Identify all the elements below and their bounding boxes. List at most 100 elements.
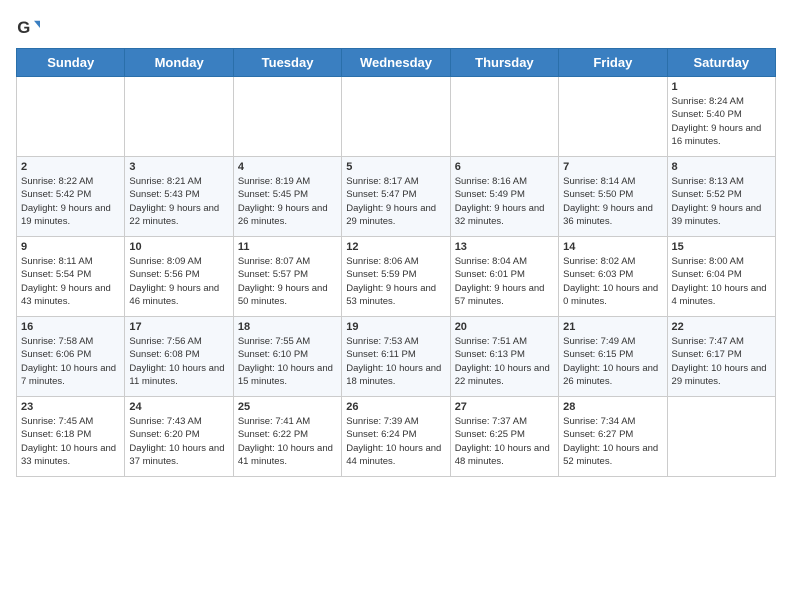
calendar-cell: 8 Sunrise: 8:13 AM Sunset: 5:52 PM Daylig… [667,157,775,237]
day-number: 9 [21,241,120,253]
calendar-cell: 12 Sunrise: 8:06 AM Sunset: 5:59 PM Dayli… [342,237,450,317]
calendar-cell: 10 Sunrise: 8:09 AM Sunset: 5:56 PM Dayli… [125,237,233,317]
day-info: Sunrise: 7:37 AM Sunset: 6:25 PM Dayligh… [455,415,554,468]
day-number: 3 [129,161,228,173]
calendar-cell: 7 Sunrise: 8:14 AM Sunset: 5:50 PM Daylig… [559,157,667,237]
day-number: 5 [346,161,445,173]
day-header-saturday: Saturday [667,49,775,77]
calendar-cell: 4 Sunrise: 8:19 AM Sunset: 5:45 PM Daylig… [233,157,341,237]
calendar-cell: 23 Sunrise: 7:45 AM Sunset: 6:18 PM Dayli… [17,397,125,477]
day-number: 7 [563,161,662,173]
header: G [16,16,776,40]
day-number: 15 [672,241,771,253]
day-info: Sunrise: 8:02 AM Sunset: 6:03 PM Dayligh… [563,255,662,308]
day-info: Sunrise: 8:17 AM Sunset: 5:47 PM Dayligh… [346,175,445,228]
day-number: 20 [455,321,554,333]
day-number: 25 [238,401,337,413]
calendar-cell: 24 Sunrise: 7:43 AM Sunset: 6:20 PM Dayli… [125,397,233,477]
calendar-cell: 14Sunrise: 8:02 AM Sunset: 6:03 PM Dayli… [559,237,667,317]
day-info: Sunrise: 8:22 AM Sunset: 5:42 PM Dayligh… [21,175,120,228]
calendar-cell: 27 Sunrise: 7:37 AM Sunset: 6:25 PM Dayli… [450,397,558,477]
calendar-cell [667,397,775,477]
day-info: Sunrise: 8:19 AM Sunset: 5:45 PM Dayligh… [238,175,337,228]
day-info: Sunrise: 7:53 AM Sunset: 6:11 PM Dayligh… [346,335,445,388]
day-info: Sunrise: 8:09 AM Sunset: 5:56 PM Dayligh… [129,255,228,308]
calendar-cell [559,77,667,157]
calendar-cell [125,77,233,157]
day-header-sunday: Sunday [17,49,125,77]
calendar-cell: 25 Sunrise: 7:41 AM Sunset: 6:22 PM Dayli… [233,397,341,477]
day-number: 24 [129,401,228,413]
day-number: 12 [346,241,445,253]
calendar-cell: 2 Sunrise: 8:22 AM Sunset: 5:42 PM Daylig… [17,157,125,237]
day-number: 4 [238,161,337,173]
day-info: Sunrise: 8:04 AM Sunset: 6:01 PM Dayligh… [455,255,554,308]
day-number: 1 [672,81,771,93]
calendar-cell: 9 Sunrise: 8:11 AM Sunset: 5:54 PM Daylig… [17,237,125,317]
day-info: Sunrise: 7:34 AM Sunset: 6:27 PM Dayligh… [563,415,662,468]
calendar-cell: 21 Sunrise: 7:49 AM Sunset: 6:15 PM Dayli… [559,317,667,397]
day-number: 22 [672,321,771,333]
calendar-cell: 18 Sunrise: 7:55 AM Sunset: 6:10 PM Dayli… [233,317,341,397]
day-info: Sunrise: 8:11 AM Sunset: 5:54 PM Dayligh… [21,255,120,308]
day-number: 27 [455,401,554,413]
day-number: 16 [21,321,120,333]
calendar-cell: 11 Sunrise: 8:07 AM Sunset: 5:57 PM Dayli… [233,237,341,317]
day-info: Sunrise: 8:13 AM Sunset: 5:52 PM Dayligh… [672,175,771,228]
day-number: 28 [563,401,662,413]
day-info: Sunrise: 7:55 AM Sunset: 6:10 PM Dayligh… [238,335,337,388]
calendar-cell [233,77,341,157]
logo: G [16,16,44,40]
day-number: 17 [129,321,228,333]
day-info: Sunrise: 8:06 AM Sunset: 5:59 PM Dayligh… [346,255,445,308]
calendar-cell: 13 Sunrise: 8:04 AM Sunset: 6:01 PM Dayli… [450,237,558,317]
day-info: Sunrise: 7:47 AM Sunset: 6:17 PM Dayligh… [672,335,771,388]
svg-text:G: G [17,18,30,37]
calendar-cell: 22 Sunrise: 7:47 AM Sunset: 6:17 PM Dayli… [667,317,775,397]
calendar-cell: 17 Sunrise: 7:56 AM Sunset: 6:08 PM Dayli… [125,317,233,397]
day-info: Sunrise: 8:00 AM Sunset: 6:04 PM Dayligh… [672,255,771,308]
day-info: Sunrise: 7:39 AM Sunset: 6:24 PM Dayligh… [346,415,445,468]
day-number: 8 [672,161,771,173]
calendar-cell: 19 Sunrise: 7:53 AM Sunset: 6:11 PM Dayli… [342,317,450,397]
calendar-cell: 5 Sunrise: 8:17 AM Sunset: 5:47 PM Daylig… [342,157,450,237]
day-info: Sunrise: 7:41 AM Sunset: 6:22 PM Dayligh… [238,415,337,468]
day-number: 18 [238,321,337,333]
calendar-cell [17,77,125,157]
calendar-cell [450,77,558,157]
calendar-cell: 3 Sunrise: 8:21 AM Sunset: 5:43 PM Daylig… [125,157,233,237]
calendar-cell: 20 Sunrise: 7:51 AM Sunset: 6:13 PM Dayli… [450,317,558,397]
logo-icon: G [16,16,40,40]
calendar-cell: 1 Sunrise: 8:24 AM Sunset: 5:40 PM Daylig… [667,77,775,157]
calendar-cell: 16 Sunrise: 7:58 AM Sunset: 6:06 PM Dayli… [17,317,125,397]
day-info: Sunrise: 7:51 AM Sunset: 6:13 PM Dayligh… [455,335,554,388]
day-info: Sunrise: 7:58 AM Sunset: 6:06 PM Dayligh… [21,335,120,388]
day-number: 21 [563,321,662,333]
day-info: Sunrise: 7:49 AM Sunset: 6:15 PM Dayligh… [563,335,662,388]
day-info: Sunrise: 8:21 AM Sunset: 5:43 PM Dayligh… [129,175,228,228]
calendar-table: SundayMondayTuesdayWednesdayThursdayFrid… [16,48,776,477]
calendar-cell [342,77,450,157]
day-number: 2 [21,161,120,173]
day-number: 23 [21,401,120,413]
day-header-monday: Monday [125,49,233,77]
day-number: 11 [238,241,337,253]
day-info: Sunrise: 7:45 AM Sunset: 6:18 PM Dayligh… [21,415,120,468]
day-info: Sunrise: 8:14 AM Sunset: 5:50 PM Dayligh… [563,175,662,228]
calendar-cell: 28 Sunrise: 7:34 AM Sunset: 6:27 PM Dayli… [559,397,667,477]
day-number: 6 [455,161,554,173]
day-header-tuesday: Tuesday [233,49,341,77]
calendar-cell: 15 Sunrise: 8:00 AM Sunset: 6:04 PM Dayli… [667,237,775,317]
day-info: Sunrise: 8:16 AM Sunset: 5:49 PM Dayligh… [455,175,554,228]
day-header-wednesday: Wednesday [342,49,450,77]
day-info: Sunrise: 7:56 AM Sunset: 6:08 PM Dayligh… [129,335,228,388]
calendar-cell: 6 Sunrise: 8:16 AM Sunset: 5:49 PM Daylig… [450,157,558,237]
day-number: 19 [346,321,445,333]
day-info: Sunrise: 8:24 AM Sunset: 5:40 PM Dayligh… [672,95,771,148]
day-number: 13 [455,241,554,253]
day-info: Sunrise: 7:43 AM Sunset: 6:20 PM Dayligh… [129,415,228,468]
day-info: Sunrise: 8:07 AM Sunset: 5:57 PM Dayligh… [238,255,337,308]
day-header-thursday: Thursday [450,49,558,77]
calendar-cell: 26Sunrise: 7:39 AM Sunset: 6:24 PM Dayli… [342,397,450,477]
day-number: 10 [129,241,228,253]
